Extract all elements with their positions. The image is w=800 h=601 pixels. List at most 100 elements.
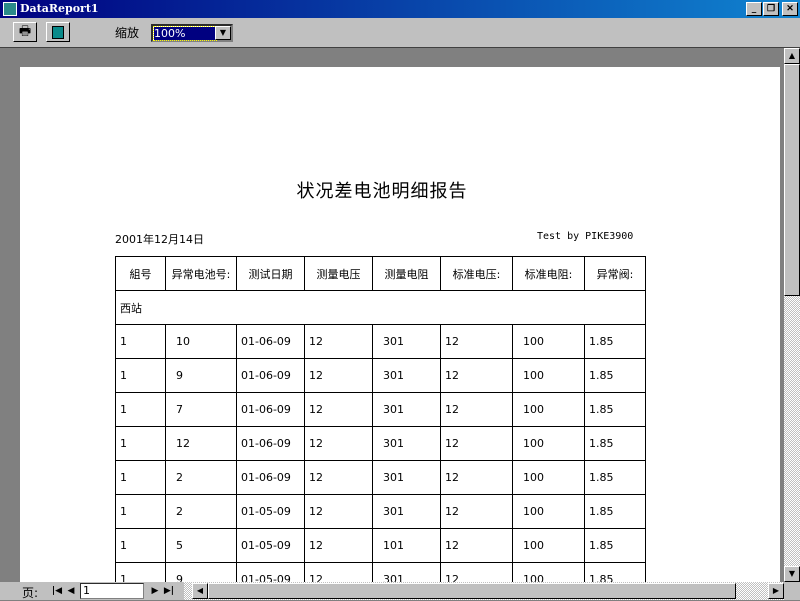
last-page-button[interactable]: ▶|	[162, 583, 176, 599]
table-cell: 01-05-09	[236, 562, 305, 582]
table-cell: 12	[304, 426, 373, 461]
table-cell: 12	[304, 494, 373, 529]
horizontal-scrollbar[interactable]: ◀ ▶	[184, 582, 784, 600]
title-bar: DataReport1 _ ❐ ✕	[0, 0, 800, 18]
horizontal-scroll-thumb[interactable]	[208, 583, 736, 599]
table-cell: 100	[512, 392, 585, 427]
table-cell: 301	[372, 426, 441, 461]
report-date: 2001年12月14日	[115, 233, 204, 246]
table-row: 1 2 01-06-09 12 301 12 100 1.85	[115, 460, 646, 495]
vertical-scrollbar[interactable]: ▲ ▼	[784, 48, 800, 582]
zoom-select[interactable]: 100% ▼	[151, 24, 233, 42]
table-cell: 12	[304, 392, 373, 427]
table-cell: 100	[512, 358, 585, 393]
scroll-left-button[interactable]: ◀	[192, 583, 208, 599]
table-cell: 12	[440, 392, 513, 427]
column-header: 测试日期	[236, 256, 305, 291]
toolbar: 🖶 缩放 100% ▼	[0, 18, 800, 48]
report-author: Test by PIKE3900	[537, 231, 634, 242]
table-cell: 01-06-09	[236, 324, 305, 359]
table-cell: 100	[512, 494, 585, 529]
close-button[interactable]: ✕	[782, 2, 798, 16]
table-cell: 100	[512, 324, 585, 359]
table-cell: 1.85	[584, 324, 646, 359]
table-cell: 1.85	[584, 392, 646, 427]
table-cell: 301	[372, 562, 441, 582]
first-page-button[interactable]: |◀	[50, 583, 64, 599]
table-row: 1 12 01-06-09 12 301 12 100 1.85	[115, 426, 646, 461]
table-cell: 12	[440, 324, 513, 359]
table-cell: 12	[440, 528, 513, 563]
column-header: 异常电池号:	[165, 256, 237, 291]
chevron-down-icon[interactable]: ▼	[215, 26, 231, 40]
table-cell: 301	[372, 460, 441, 495]
table-cell: 10	[165, 324, 237, 359]
table-cell: 301	[372, 392, 441, 427]
report-title: 状况差电池明细报告	[296, 181, 468, 202]
table-cell: 301	[372, 324, 441, 359]
table-cell: 01-06-09	[236, 392, 305, 427]
app-icon	[3, 2, 17, 16]
page-number-input[interactable]: 1	[80, 583, 144, 599]
table-cell: 1.85	[584, 528, 646, 563]
table-cell: 9	[165, 562, 237, 582]
table-cell: 12	[440, 562, 513, 582]
prev-page-button[interactable]: ◀	[64, 583, 78, 599]
zoom-label: 缩放	[115, 26, 140, 40]
report-table: 組号 异常电池号: 测试日期 测量电压 测量电阻 标准电压: 标准电阻: 异常阀: 西站 1 10 0…	[115, 256, 646, 582]
table-cell: 12	[440, 460, 513, 495]
table-cell: 1	[115, 426, 166, 461]
table-cell: 1.85	[584, 562, 646, 582]
table-cell: 12	[165, 426, 237, 461]
table-cell: 01-05-09	[236, 494, 305, 529]
column-header: 組号	[115, 256, 166, 291]
export-button[interactable]	[46, 22, 70, 42]
table-cell: 12	[440, 426, 513, 461]
printer-icon: 🖶	[18, 24, 32, 39]
table-cell: 12	[304, 528, 373, 563]
print-button[interactable]: 🖶	[13, 22, 37, 42]
table-cell: 100	[512, 562, 585, 582]
table-cell: 1.85	[584, 460, 646, 495]
window-title: DataReport1	[20, 2, 99, 15]
group-name: 西站	[115, 290, 646, 325]
table-cell: 12	[440, 494, 513, 529]
column-header: 测量电压	[304, 256, 373, 291]
table-row: 1 9 01-05-09 12 301 12 100 1.85	[115, 562, 646, 582]
table-cell: 01-05-09	[236, 528, 305, 563]
header-row: 組号 异常电池号: 测试日期 测量电压 测量电阻 标准电压: 标准电阻: 异常阀:	[115, 256, 646, 291]
minimize-button[interactable]: _	[746, 2, 762, 16]
export-icon	[52, 26, 64, 39]
column-header: 标准电阻:	[512, 256, 585, 291]
table-row: 1 9 01-06-09 12 301 12 100 1.85	[115, 358, 646, 393]
restore-button[interactable]: ❐	[763, 2, 779, 16]
scroll-right-button[interactable]: ▶	[768, 583, 784, 599]
table-cell: 100	[512, 426, 585, 461]
table-cell: 100	[512, 460, 585, 495]
column-header: 标准电压:	[440, 256, 513, 291]
table-cell: 12	[304, 460, 373, 495]
table-cell: 1.85	[584, 494, 646, 529]
table-cell: 12	[440, 358, 513, 393]
table-cell: 12	[304, 324, 373, 359]
table-cell: 12	[304, 358, 373, 393]
table-cell: 1	[115, 358, 166, 393]
scroll-thumb[interactable]	[784, 64, 800, 296]
table-cell: 7	[165, 392, 237, 427]
scroll-up-button[interactable]: ▲	[784, 48, 800, 64]
table-cell: 1.85	[584, 358, 646, 393]
table-cell: 1.85	[584, 426, 646, 461]
page-label: 页:	[22, 586, 39, 600]
next-page-button[interactable]: ▶	[148, 583, 162, 599]
table-row: 1 5 01-05-09 12 101 12 100 1.85	[115, 528, 646, 563]
report-page: 状况差电池明细报告 2001年12月14日 Test by PIKE3900 組…	[20, 67, 780, 582]
table-cell: 1	[115, 528, 166, 563]
page-navigation-bar: 页: |◀ ◀ 1 ▶ ▶| ◀ ▶	[0, 582, 800, 600]
scroll-down-button[interactable]: ▼	[784, 566, 800, 582]
table-cell: 01-06-09	[236, 460, 305, 495]
table-cell: 1	[115, 460, 166, 495]
table-row: 1 7 01-06-09 12 301 12 100 1.85	[115, 392, 646, 427]
table-cell: 1	[115, 562, 166, 582]
column-header: 异常阀:	[584, 256, 646, 291]
table-cell: 1	[115, 324, 166, 359]
